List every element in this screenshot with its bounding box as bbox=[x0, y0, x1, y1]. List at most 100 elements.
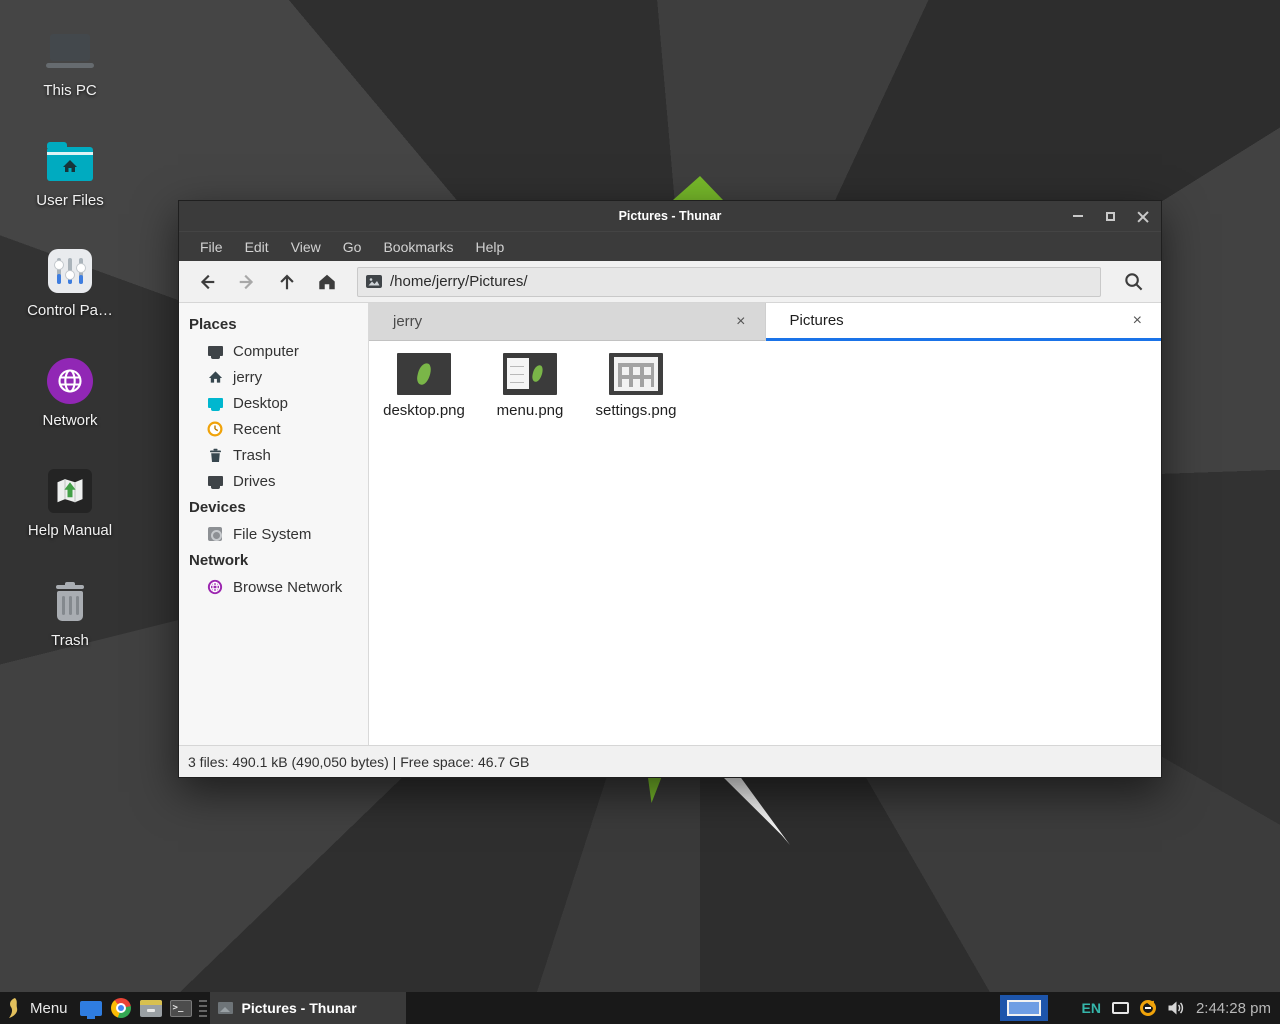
sidebar-item-drives[interactable]: Drives bbox=[179, 468, 368, 494]
sidebar-item-label: Drives bbox=[233, 473, 276, 490]
menu-edit[interactable]: Edit bbox=[234, 235, 280, 259]
sidebar-item-recent[interactable]: Recent bbox=[179, 416, 368, 442]
thunar-window: Pictures - Thunar File Edit View Go Book… bbox=[178, 200, 1162, 778]
filesystem-drive-icon bbox=[206, 526, 224, 542]
file-view[interactable]: desktop.png menu.png settings.png bbox=[369, 341, 1161, 745]
sidebar-item-browse-network[interactable]: Browse Network bbox=[179, 574, 368, 600]
menu-bookmarks[interactable]: Bookmarks bbox=[372, 235, 464, 259]
window-titlebar[interactable]: Pictures - Thunar bbox=[179, 201, 1161, 231]
desktop-icon-this-pc[interactable]: This PC bbox=[14, 26, 126, 99]
user-files-folder-icon bbox=[14, 136, 126, 186]
sidebar-item-label: Computer bbox=[233, 343, 299, 360]
desktop-icon-control-panel[interactable]: Control Pa… bbox=[14, 246, 126, 319]
sidebar-item-label: File System bbox=[233, 526, 311, 543]
search-button[interactable] bbox=[1115, 266, 1151, 298]
desktop-icon-label: Trash bbox=[14, 632, 126, 649]
sidebar-header-devices: Devices bbox=[179, 494, 368, 521]
desktop-icon bbox=[206, 395, 224, 411]
tab-close-icon[interactable]: × bbox=[731, 312, 750, 332]
desktop-icon-label: User Files bbox=[14, 192, 126, 209]
show-desktop-launcher[interactable] bbox=[76, 992, 106, 1024]
drives-icon bbox=[206, 473, 224, 489]
terminal-launcher[interactable]: >_ bbox=[166, 992, 196, 1024]
chrome-icon bbox=[111, 998, 131, 1018]
back-icon bbox=[197, 272, 217, 292]
file-menu-png[interactable]: menu.png bbox=[481, 353, 579, 419]
status-text: 3 files: 490.1 kB (490,050 bytes) | Free… bbox=[188, 754, 529, 770]
workspace-window-preview bbox=[1007, 1000, 1041, 1016]
taskbar-window-button[interactable]: Pictures - Thunar bbox=[210, 992, 406, 1024]
home-icon bbox=[206, 369, 224, 385]
display-icon bbox=[80, 1001, 102, 1016]
back-button[interactable] bbox=[189, 266, 225, 298]
window-title: Pictures - Thunar bbox=[619, 209, 722, 223]
home-button[interactable] bbox=[309, 266, 345, 298]
path-text: /home/jerry/Pictures/ bbox=[390, 273, 528, 290]
sidebar-item-home[interactable]: jerry bbox=[179, 364, 368, 390]
desktop-icon-help-manual[interactable]: Help Manual bbox=[14, 466, 126, 539]
file-settings-png[interactable]: settings.png bbox=[587, 353, 685, 419]
task-label: Pictures - Thunar bbox=[242, 1000, 357, 1016]
clock: 2:44:28 pm bbox=[1196, 1000, 1275, 1017]
menu-file[interactable]: File bbox=[189, 235, 234, 259]
sidebar-header-places: Places bbox=[179, 311, 368, 338]
recent-clock-icon bbox=[206, 421, 224, 437]
trash-icon bbox=[206, 447, 224, 463]
up-icon bbox=[277, 272, 297, 292]
keyboard-layout-indicator[interactable]: EN bbox=[1081, 1000, 1100, 1016]
home-icon bbox=[317, 272, 337, 292]
up-button[interactable] bbox=[269, 266, 305, 298]
workspace-switcher[interactable] bbox=[1000, 995, 1048, 1021]
desktop-icon-trash[interactable]: Trash bbox=[14, 576, 126, 649]
file-name: desktop.png bbox=[383, 402, 465, 419]
browser-launcher[interactable] bbox=[106, 992, 136, 1024]
update-notifier-icon[interactable] bbox=[1140, 1000, 1156, 1016]
close-button[interactable] bbox=[1133, 207, 1151, 225]
tab-label: jerry bbox=[393, 313, 731, 330]
tab-close-icon[interactable]: × bbox=[1128, 311, 1147, 331]
distro-logo-icon bbox=[6, 997, 22, 1019]
tab-bar: jerry × Pictures × bbox=[369, 303, 1161, 341]
sidebar-item-file-system[interactable]: File System bbox=[179, 521, 368, 547]
menu-button-label: Menu bbox=[30, 1000, 68, 1017]
menu-help[interactable]: Help bbox=[465, 235, 516, 259]
path-bar[interactable]: /home/jerry/Pictures/ bbox=[357, 267, 1101, 297]
browse-network-globe-icon bbox=[206, 579, 224, 595]
sidebar-item-label: Recent bbox=[233, 421, 281, 438]
file-desktop-png[interactable]: desktop.png bbox=[375, 353, 473, 419]
toolbar: /home/jerry/Pictures/ bbox=[179, 261, 1161, 303]
trash-can-icon bbox=[14, 576, 126, 626]
search-icon bbox=[1123, 271, 1144, 292]
content-column: jerry × Pictures × desktop.png bbox=[369, 303, 1161, 745]
sidebar-item-label: Browse Network bbox=[233, 579, 342, 596]
sidebar-item-computer[interactable]: Computer bbox=[179, 338, 368, 364]
sidebar-item-label: jerry bbox=[233, 369, 262, 386]
sidebar: Places Computer jerry Desktop Recent bbox=[179, 303, 369, 745]
volume-icon[interactable] bbox=[1167, 1000, 1185, 1016]
menu-button[interactable]: Menu bbox=[0, 992, 76, 1024]
sidebar-item-label: Desktop bbox=[233, 395, 288, 412]
tab-pictures[interactable]: Pictures × bbox=[766, 303, 1162, 341]
sidebar-item-trash[interactable]: Trash bbox=[179, 442, 368, 468]
maximize-button[interactable] bbox=[1101, 207, 1119, 225]
desktop-icon-label: This PC bbox=[14, 82, 126, 99]
desktop-icon-network[interactable]: Network bbox=[14, 356, 126, 429]
display-settings-tray-icon[interactable] bbox=[1112, 1002, 1129, 1014]
status-bar: 3 files: 490.1 kB (490,050 bytes) | Free… bbox=[179, 745, 1161, 777]
close-icon bbox=[1137, 211, 1148, 222]
sidebar-item-desktop[interactable]: Desktop bbox=[179, 390, 368, 416]
control-panel-icon bbox=[14, 246, 126, 296]
minimize-button[interactable] bbox=[1069, 207, 1087, 225]
file-manager-launcher[interactable] bbox=[136, 992, 166, 1024]
menu-view[interactable]: View bbox=[280, 235, 332, 259]
menu-go[interactable]: Go bbox=[332, 235, 373, 259]
desktop-icon-user-files[interactable]: User Files bbox=[14, 136, 126, 209]
forward-button[interactable] bbox=[229, 266, 265, 298]
thunar-task-icon bbox=[218, 1002, 233, 1014]
wallpaper-logo-fragment-bottom bbox=[647, 776, 662, 803]
network-globe-icon bbox=[14, 356, 126, 406]
file-name: menu.png bbox=[497, 402, 564, 419]
terminal-icon: >_ bbox=[170, 1000, 192, 1017]
wallpaper-logo-fragment-blade bbox=[722, 776, 790, 845]
tab-jerry[interactable]: jerry × bbox=[369, 303, 765, 341]
